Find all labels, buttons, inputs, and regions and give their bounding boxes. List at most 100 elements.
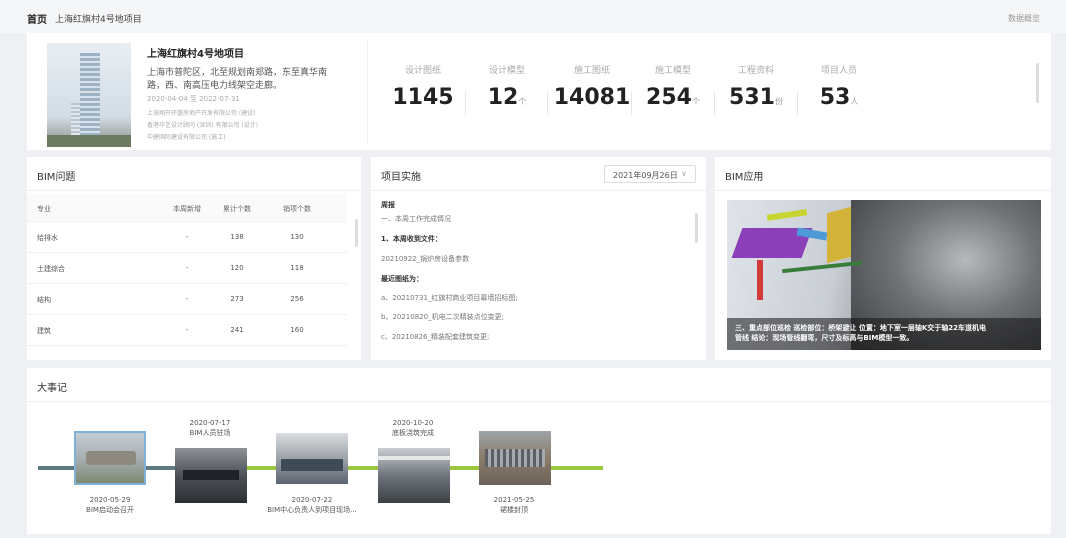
stat-label: 设计图纸 bbox=[404, 66, 441, 76]
column-header: 累计个数 bbox=[223, 205, 251, 213]
column-header: 本周新增 bbox=[173, 205, 201, 213]
stat-separator bbox=[465, 91, 466, 115]
table-header-row: 专业 本周新增 累计个数 销项个数 bbox=[27, 194, 347, 222]
column-header: 专业 bbox=[37, 205, 51, 213]
project-info-card: 上海红旗村4号地项目 上海市普陀区，北至规划南郑路，东至真华南 路，西、南高压电… bbox=[27, 33, 1051, 150]
milestone-photo-4[interactable] bbox=[378, 448, 450, 503]
milestone-text: BIM启动会召开 bbox=[86, 506, 134, 514]
table-row[interactable]: 结构 - 273 256 bbox=[27, 284, 347, 315]
stat-number: 12 bbox=[487, 85, 519, 110]
milestone-text: 裙楼封顶 bbox=[500, 506, 528, 514]
cell-discipline: 土建综合 bbox=[37, 265, 65, 273]
impl-line: 20210922_锅炉房设备参数 bbox=[381, 255, 470, 263]
card-header: 项目实施 2021年09月26日 ∨ bbox=[371, 157, 706, 191]
card-header: BIM问题 bbox=[27, 157, 361, 191]
breadcrumb-project[interactable]: 上海红旗村4号地项目 bbox=[55, 12, 142, 25]
cell-discipline: 结构 bbox=[37, 296, 51, 304]
rebar-grid-shape bbox=[485, 449, 545, 467]
stat-value: 254个 bbox=[633, 85, 713, 110]
stat-unit: 份 bbox=[774, 97, 783, 106]
model-tray-gold bbox=[827, 206, 851, 264]
stat-label: 施工模型 bbox=[654, 66, 691, 76]
stat-label: 项目人员 bbox=[820, 66, 857, 76]
implementation-scrollbar[interactable] bbox=[695, 213, 698, 243]
bim-app-card: BIM应用 三、重点部位巡检 巡检部位：桥架避让 位置：地下室一层轴K交于轴22… bbox=[715, 157, 1051, 360]
stat-value: 12个 bbox=[467, 85, 547, 110]
stat-number: 14081 bbox=[553, 85, 631, 110]
stat-number: 53 bbox=[819, 85, 851, 110]
bim-photo-caption: 三、重点部位巡检 巡检部位：桥架避让 位置：地下室一层轴K交于轴22车道机电 管… bbox=[727, 318, 1041, 350]
project-org-builder: 上海翔开环盛房地产开发有限公司 (建设) bbox=[147, 110, 256, 117]
cell-discipline: 给排水 bbox=[37, 234, 58, 242]
cell-closed: 130 bbox=[290, 233, 304, 241]
info-scrollbar[interactable] bbox=[1036, 63, 1039, 103]
implementation-card: 项目实施 2021年09月26日 ∨ 周报 一、本周工作完成情况 1、本周收到文… bbox=[371, 157, 706, 360]
breadcrumb-home[interactable]: 首页 bbox=[27, 11, 47, 26]
impl-line: 一、本周工作完成情况 bbox=[381, 215, 451, 223]
date-select-value: 2021年09月26日 bbox=[613, 171, 678, 180]
milestone-photo-5[interactable] bbox=[479, 431, 551, 485]
project-address-line2: 路，西、南高压电力线架空走廊。 bbox=[147, 81, 283, 91]
milestone-text: BIM人员驻场 bbox=[189, 429, 231, 437]
caption-line1: 三、重点部位巡检 巡检部位：桥架避让 位置：地下室一层轴K交于轴22车道机电 bbox=[735, 324, 987, 332]
meeting-table-shape bbox=[86, 451, 136, 465]
project-thumbnail bbox=[47, 43, 131, 147]
impl-line: 周报 bbox=[381, 201, 395, 209]
project-dates: 2020-04-04 至 2022-07-31 bbox=[147, 94, 240, 104]
stat-separator bbox=[797, 91, 798, 115]
data-overview-link[interactable]: 数据概览 bbox=[1008, 13, 1040, 24]
milestone-date: 2020-07-17 bbox=[189, 419, 231, 427]
milestone-date: 2020-10-20 bbox=[392, 419, 434, 427]
stat-label: 施工图纸 bbox=[573, 66, 610, 76]
cell-new: - bbox=[185, 264, 189, 272]
project-address: 上海市普陀区，北至规划南郑路，东至真华南 路，西、南高压电力线架空走廊。 bbox=[147, 67, 327, 93]
impl-line: c、20210826_精装配套建筑变更; bbox=[381, 333, 490, 341]
project-org-designer: 香港华艺设计顾问 (深圳) 有限公司 (设计) bbox=[147, 122, 259, 129]
table-row[interactable]: 土建综合 - 120 118 bbox=[27, 253, 347, 284]
milestone-photo-3[interactable] bbox=[276, 433, 348, 484]
cell-total: 120 bbox=[230, 264, 244, 272]
card-header: 大事记 bbox=[27, 368, 1051, 402]
stat-value: 531份 bbox=[716, 85, 796, 110]
cell-total: 138 bbox=[230, 233, 244, 241]
model-pipe-red bbox=[757, 260, 763, 300]
cell-closed: 160 bbox=[290, 326, 304, 334]
monitor-row-shape bbox=[183, 470, 239, 480]
table-row[interactable]: 给排水 - 138 130 bbox=[27, 222, 347, 253]
cell-total: 241 bbox=[230, 326, 244, 334]
caption-line2: 管线 结论：现场管线翻弯，尺寸及标高与BIM模型一致。 bbox=[735, 334, 914, 342]
impl-line: 1、本周收到文件： bbox=[381, 235, 442, 243]
cell-closed: 256 bbox=[290, 295, 304, 303]
cell-new: - bbox=[185, 295, 189, 303]
breadcrumb-bar: 首页 上海红旗村4号地项目 数据概览 bbox=[0, 0, 1066, 33]
cell-discipline: 建筑 bbox=[37, 327, 51, 335]
bim-app-title: BIM应用 bbox=[725, 172, 764, 183]
milestone-text: BIM中心负责人到项目现场... bbox=[267, 506, 357, 514]
stat-number: 254 bbox=[646, 85, 692, 110]
stat-separator bbox=[631, 91, 632, 115]
bim-issues-card: BIM问题 专业 本周新增 累计个数 销项个数 给排水 - 138 130 土建… bbox=[27, 157, 361, 360]
milestone-photo-2[interactable] bbox=[175, 448, 247, 503]
date-select[interactable]: 2021年09月26日 ∨ bbox=[604, 165, 696, 183]
project-address-line1: 上海市普陀区，北至规划南郑路，东至真华南 bbox=[147, 68, 328, 78]
ground-shape bbox=[47, 135, 131, 147]
milestones-card: 大事记 2020-05-29 BIM启动会召开 2020-07-17 BIM人员… bbox=[27, 368, 1051, 534]
bim-issues-title: BIM问题 bbox=[37, 172, 76, 183]
cell-new: - bbox=[185, 326, 189, 334]
project-org-contractor: 中建国际建设有限公司 (施工) bbox=[147, 134, 226, 141]
stat-number: 1145 bbox=[392, 85, 454, 110]
stat-value: 14081 bbox=[549, 85, 635, 110]
impl-line: a、20210731_红旗村商业项目幕墙招标图; bbox=[381, 294, 518, 302]
people-row-shape bbox=[281, 459, 343, 471]
cell-new: - bbox=[185, 233, 189, 241]
stat-label: 工程资料 bbox=[737, 66, 774, 76]
cell-total: 273 bbox=[230, 295, 244, 303]
ceiling-slab-shape bbox=[378, 456, 450, 460]
stat-value: 53人 bbox=[799, 85, 879, 110]
table-row[interactable]: 建筑 - 241 160 bbox=[27, 315, 347, 346]
milestone-photo-1[interactable] bbox=[74, 431, 146, 485]
card-header: BIM应用 bbox=[715, 157, 1051, 191]
stat-unit: 个 bbox=[518, 97, 527, 106]
info-divider bbox=[367, 41, 368, 143]
issues-scrollbar[interactable] bbox=[355, 219, 358, 247]
